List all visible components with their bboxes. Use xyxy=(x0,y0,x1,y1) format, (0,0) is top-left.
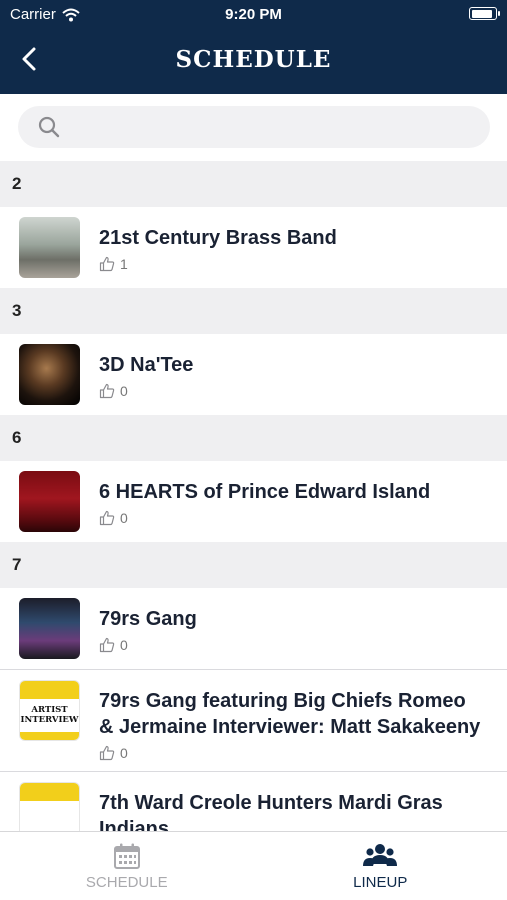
list-item[interactable]: 7th Ward Creole Hunters Mardi Gras India… xyxy=(0,772,507,831)
thumbs-up-icon xyxy=(99,256,115,272)
like-count-value: 0 xyxy=(120,383,128,399)
tab-schedule[interactable]: SCHEDULE xyxy=(0,832,254,900)
battery-icon xyxy=(469,7,500,20)
search-icon xyxy=(38,116,60,138)
list-item[interactable]: 6 HEARTS of Prince Edward Island 0 xyxy=(0,461,507,542)
artist-thumbnail xyxy=(19,344,80,405)
artist-interview-thumbnail xyxy=(19,782,80,831)
header: Carrier 9:20 PM SCHEDULE xyxy=(0,0,507,94)
list-item[interactable]: 21st Century Brass Band 1 xyxy=(0,207,507,288)
thumbs-up-icon xyxy=(99,637,115,653)
status-time: 9:20 PM xyxy=(225,6,282,23)
artist-thumbnail xyxy=(19,598,80,659)
page-title: SCHEDULE xyxy=(175,46,332,73)
artist-name: 21st Century Brass Band xyxy=(99,227,337,249)
artist-name: 79rs Gang xyxy=(99,608,197,630)
section-header-7: 7 xyxy=(0,542,507,588)
list-item[interactable]: 79rs Gang 0 xyxy=(0,588,507,670)
section-header-3: 3 xyxy=(0,288,507,334)
list-item[interactable]: 3D Na'Tee 0 xyxy=(0,334,507,415)
tab-bar: SCHEDULE LINEUP xyxy=(0,831,507,900)
artist-name: 79rs Gang featuring Big Chiefs Romeo & J… xyxy=(99,690,481,738)
list-item[interactable]: ARTIST INTERVIEW 79rs Gang featuring Big… xyxy=(0,670,507,772)
thumbs-up-icon xyxy=(99,383,115,399)
artist-name: 7th Ward Creole Hunters Mardi Gras India… xyxy=(99,792,443,831)
search-input[interactable] xyxy=(70,118,470,136)
artist-thumbnail xyxy=(19,217,80,278)
section-header-6: 6 xyxy=(0,415,507,461)
artist-name: 6 HEARTS of Prince Edward Island xyxy=(99,481,431,503)
like-count-value: 0 xyxy=(120,637,128,653)
status-bar: Carrier 9:20 PM xyxy=(0,0,507,28)
artist-thumbnail xyxy=(19,471,80,532)
tab-lineup-label: LINEUP xyxy=(353,874,408,891)
nav-bar: SCHEDULE xyxy=(0,28,507,94)
artist-interview-thumbnail: ARTIST INTERVIEW xyxy=(19,680,80,741)
like-count[interactable]: 0 xyxy=(99,637,197,653)
search-area xyxy=(0,94,507,161)
battery-level xyxy=(471,9,493,18)
thumbnail-caption: ARTIST INTERVIEW xyxy=(20,705,79,725)
like-count[interactable]: 0 xyxy=(99,383,193,399)
thumbs-up-icon xyxy=(99,745,115,761)
like-count[interactable]: 0 xyxy=(99,745,483,761)
tab-lineup[interactable]: LINEUP xyxy=(254,832,507,900)
like-count-value: 0 xyxy=(120,510,128,526)
like-count[interactable]: 0 xyxy=(99,510,430,526)
section-header-2: 2 xyxy=(0,161,507,207)
search-bar[interactable] xyxy=(18,106,490,148)
thumbs-up-icon xyxy=(99,510,115,526)
like-count[interactable]: 1 xyxy=(99,256,337,272)
like-count-value: 0 xyxy=(120,745,128,761)
artist-name: 3D Na'Tee xyxy=(99,354,194,376)
calendar-icon xyxy=(113,843,140,869)
like-count-value: 1 xyxy=(120,256,128,272)
lineup-list: 2 21st Century Brass Band 1 3 3D Na'Tee … xyxy=(0,161,507,831)
group-icon xyxy=(363,844,398,866)
tab-schedule-label: SCHEDULE xyxy=(85,874,168,891)
